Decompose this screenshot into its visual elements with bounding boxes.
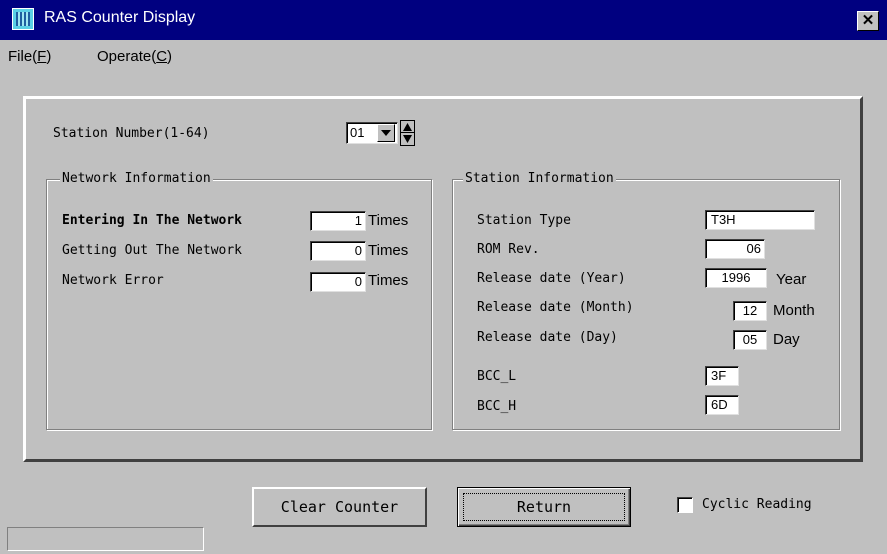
menu-file[interactable]: File(F) xyxy=(8,48,51,65)
station-number-value: 01 xyxy=(350,125,365,140)
cyclic-reading-label[interactable]: Cyclic Reading xyxy=(702,497,812,512)
network-error-value: 0 xyxy=(310,272,366,292)
getting-out-network-label: Getting Out The Network xyxy=(62,243,243,258)
arrow-down-icon[interactable] xyxy=(403,134,412,144)
network-error-unit: Times xyxy=(368,272,409,289)
station-type-value: T3H xyxy=(705,210,815,230)
release-year-unit: Year xyxy=(776,271,807,288)
station-type-label: Station Type xyxy=(477,213,571,228)
close-icon: ✕ xyxy=(861,12,875,29)
dropdown-arrow-button[interactable] xyxy=(377,124,395,142)
window-title: RAS Counter Display xyxy=(44,9,196,26)
release-day-label: Release date (Day) xyxy=(477,330,618,345)
getting-out-network-value: 0 xyxy=(310,241,366,261)
bcc-h-value: 6D xyxy=(705,395,739,415)
entering-network-unit: Times xyxy=(368,212,409,229)
focus-rectangle xyxy=(463,493,625,521)
bcc-l-label: BCC_L xyxy=(477,369,517,384)
station-spinner[interactable] xyxy=(400,120,415,146)
chevron-down-icon xyxy=(381,130,391,136)
network-information-title: Network Information xyxy=(60,171,213,186)
getting-out-network-unit: Times xyxy=(368,242,409,259)
release-month-value: 12 xyxy=(733,301,767,321)
bcc-h-label: BCC_H xyxy=(477,399,517,414)
status-bar xyxy=(7,527,204,551)
release-month-unit: Month xyxy=(773,302,815,319)
app-icon xyxy=(12,8,34,30)
rom-rev-label: ROM Rev. xyxy=(477,242,540,257)
station-number-label: Station Number(1-64) xyxy=(53,126,210,141)
arrow-up-icon[interactable] xyxy=(403,122,412,132)
entering-network-value: 1 xyxy=(310,211,366,231)
close-button[interactable]: ✕ xyxy=(857,11,879,31)
spinner-divider xyxy=(401,132,414,133)
clear-counter-button[interactable]: Clear Counter xyxy=(252,487,427,527)
station-number-select[interactable]: 01 xyxy=(346,122,398,144)
network-error-label: Network Error xyxy=(62,273,164,288)
rom-rev-value: 06 xyxy=(705,239,765,259)
cyclic-reading-checkbox[interactable] xyxy=(677,497,693,513)
release-day-value: 05 xyxy=(733,330,767,350)
entering-network-label: Entering In The Network xyxy=(62,213,243,228)
release-year-value: 1996 xyxy=(705,268,767,288)
return-button[interactable]: Return xyxy=(457,487,631,527)
release-month-label: Release date (Month) xyxy=(477,300,634,315)
station-information-title: Station Information xyxy=(463,171,616,186)
release-day-unit: Day xyxy=(773,331,800,348)
release-year-label: Release date (Year) xyxy=(477,271,626,286)
bcc-l-value: 3F xyxy=(705,366,739,386)
menu-operate[interactable]: Operate(C) xyxy=(97,48,172,65)
